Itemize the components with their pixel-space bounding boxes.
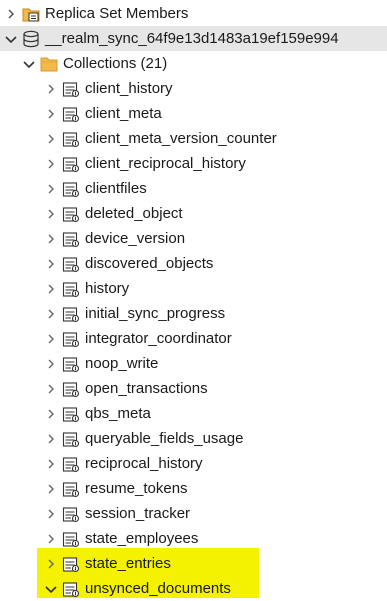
collection-item[interactable]: resume_tokens xyxy=(0,476,387,501)
chevron-down-icon[interactable] xyxy=(44,582,58,596)
chevron-right-icon[interactable] xyxy=(44,132,58,146)
collection-icon xyxy=(62,430,80,448)
chevron-right-icon[interactable] xyxy=(44,182,58,196)
collection-item[interactable]: client_history xyxy=(0,76,387,101)
chevron-right-icon[interactable] xyxy=(44,207,58,221)
collection-item[interactable]: client_meta_version_counter xyxy=(0,126,387,151)
collection-item[interactable]: initial_sync_progress xyxy=(0,301,387,326)
collection-icon xyxy=(62,330,80,348)
collection-icon xyxy=(62,105,80,123)
collection-label: noop_write xyxy=(85,355,159,372)
collection-icon xyxy=(62,155,80,173)
chevron-right-icon[interactable] xyxy=(44,257,58,271)
collection-icon xyxy=(62,480,80,498)
collection-icon xyxy=(62,280,80,298)
collection-icon xyxy=(62,255,80,273)
chevron-right-icon[interactable] xyxy=(44,282,58,296)
folder-icon xyxy=(40,55,58,73)
collection-item[interactable]: state_employees xyxy=(0,526,387,551)
collection-label: reciprocal_history xyxy=(85,455,203,472)
chevron-right-icon[interactable] xyxy=(44,432,58,446)
collection-label: device_version xyxy=(85,230,186,247)
tree-node-collections[interactable]: Collections (21) xyxy=(0,51,387,76)
collection-item[interactable]: device_version xyxy=(0,226,387,251)
collection-item[interactable]: session_tracker xyxy=(0,501,387,526)
chevron-right-icon[interactable] xyxy=(44,307,58,321)
chevron-down-icon[interactable] xyxy=(4,32,18,46)
collection-label: state_entries xyxy=(85,555,171,572)
collection-label: client_history xyxy=(85,80,173,97)
collection-item[interactable]: reciprocal_history xyxy=(0,451,387,476)
collection-icon xyxy=(62,355,80,373)
chevron-right-icon[interactable] xyxy=(44,82,58,96)
collection-icon xyxy=(62,555,80,573)
collection-label: history xyxy=(85,280,130,297)
collection-label: session_tracker xyxy=(85,505,191,522)
chevron-right-icon[interactable] xyxy=(44,232,58,246)
collection-label: queryable_fields_usage xyxy=(85,430,244,447)
collection-label: state_employees xyxy=(85,530,199,547)
collection-item[interactable]: unsynced_documents xyxy=(0,576,387,601)
chevron-right-icon[interactable] xyxy=(44,107,58,121)
collection-icon xyxy=(62,205,80,223)
chevron-right-icon[interactable] xyxy=(44,507,58,521)
collection-item[interactable]: qbs_meta xyxy=(0,401,387,426)
collection-label: discovered_objects xyxy=(85,255,214,272)
collection-label: client_reciprocal_history xyxy=(85,155,246,172)
collection-icon xyxy=(62,180,80,198)
collection-label: client_meta xyxy=(85,105,162,122)
chevron-right-icon[interactable] xyxy=(44,357,58,371)
collection-icon xyxy=(62,80,80,98)
collection-label: qbs_meta xyxy=(85,405,151,422)
database-label: __realm_sync_64f9e13d1483a19ef159e994 xyxy=(45,30,339,47)
collection-label: client_meta_version_counter xyxy=(85,130,277,147)
chevron-right-icon[interactable] xyxy=(44,157,58,171)
replica-set-icon xyxy=(22,5,40,23)
collection-item[interactable]: integrator_coordinator xyxy=(0,326,387,351)
collection-icon xyxy=(62,580,80,598)
collection-label: deleted_object xyxy=(85,205,183,222)
collection-item[interactable]: noop_write xyxy=(0,351,387,376)
chevron-right-icon[interactable] xyxy=(44,407,58,421)
chevron-right-icon[interactable] xyxy=(4,7,18,21)
collection-icon xyxy=(62,305,80,323)
collection-item[interactable]: client_reciprocal_history xyxy=(0,151,387,176)
chevron-right-icon[interactable] xyxy=(44,457,58,471)
collection-icon xyxy=(62,530,80,548)
collection-item[interactable]: open_transactions xyxy=(0,376,387,401)
collection-item[interactable]: state_entries xyxy=(0,551,387,576)
collection-label: clientfiles xyxy=(85,180,147,197)
chevron-down-icon[interactable] xyxy=(22,57,36,71)
collection-icon xyxy=(62,380,80,398)
collection-icon xyxy=(62,405,80,423)
chevron-right-icon[interactable] xyxy=(44,382,58,396)
collection-label: open_transactions xyxy=(85,380,208,397)
collection-item[interactable]: client_meta xyxy=(0,101,387,126)
replica-set-label: Replica Set Members xyxy=(45,5,189,22)
tree-node-database[interactable]: __realm_sync_64f9e13d1483a19ef159e994 xyxy=(0,26,387,51)
chevron-right-icon[interactable] xyxy=(44,332,58,346)
collection-icon xyxy=(62,230,80,248)
collection-label: resume_tokens xyxy=(85,480,188,497)
database-icon xyxy=(22,30,40,48)
chevron-right-icon[interactable] xyxy=(44,532,58,546)
collection-label: integrator_coordinator xyxy=(85,330,232,347)
collection-icon xyxy=(62,130,80,148)
tree-node-replica-set[interactable]: Replica Set Members xyxy=(0,1,387,26)
collection-label: initial_sync_progress xyxy=(85,305,226,322)
collection-item[interactable]: deleted_object xyxy=(0,201,387,226)
collection-icon xyxy=(62,455,80,473)
explorer-tree: Replica Set Members __realm_sync_64f9e13… xyxy=(0,0,387,600)
chevron-right-icon[interactable] xyxy=(44,557,58,571)
collection-item[interactable]: history xyxy=(0,276,387,301)
collections-folder-label: Collections (21) xyxy=(63,55,168,72)
chevron-right-icon[interactable] xyxy=(44,482,58,496)
collection-item[interactable]: clientfiles xyxy=(0,176,387,201)
collection-label: unsynced_documents xyxy=(85,580,231,597)
collection-item[interactable]: discovered_objects xyxy=(0,251,387,276)
collection-item[interactable]: queryable_fields_usage xyxy=(0,426,387,451)
collection-icon xyxy=(62,505,80,523)
